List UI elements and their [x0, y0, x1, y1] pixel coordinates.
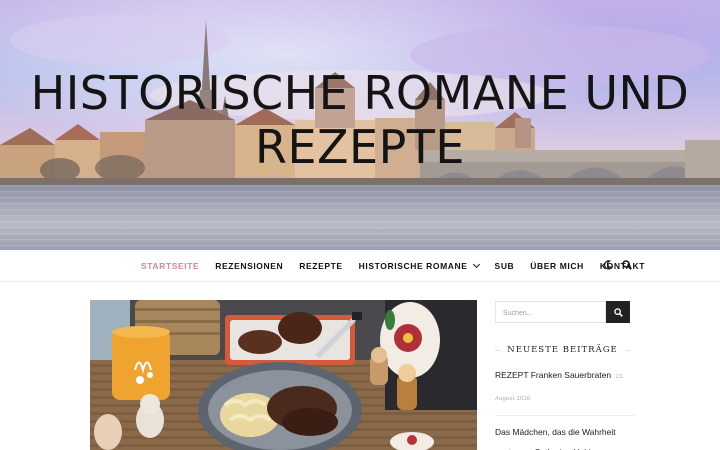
nav-item-rezepte[interactable]: REZEPTE: [299, 261, 342, 271]
main-navigation: STARTSEITE REZENSIONEN REZEPTE HISTORISC…: [0, 250, 720, 282]
hero-banner: HISTORISCHE ROMANE UND REZEPTE: [0, 0, 720, 250]
recent-post-link[interactable]: REZEPT Franken Sauerbraten: [495, 370, 611, 380]
river-ripples: [0, 185, 720, 250]
sidebar-search-field[interactable]: [495, 301, 606, 324]
nav-item-rezensionen[interactable]: REZENSIONEN: [215, 261, 283, 271]
search-icon[interactable]: [622, 257, 632, 275]
dark-mode-icon[interactable]: [603, 257, 614, 275]
nav-item-label: HISTORISCHE ROMANE: [358, 261, 468, 271]
nav-menu: STARTSEITE REZENSIONEN REZEPTE HISTORISC…: [141, 250, 661, 282]
recent-posts-heading: NEUESTE BEITRÄGE: [495, 343, 631, 357]
widget-title: NEUESTE BEITRÄGE: [507, 345, 618, 355]
nav-icons: [603, 250, 632, 282]
recent-post-link[interactable]: Das Mädchen, das die Wahrheit sagte von …: [495, 427, 616, 450]
nav-item-ueber-mich[interactable]: ÜBER MICH: [530, 261, 584, 271]
list-item: Das Mädchen, das die Wahrheit sagte von …: [495, 422, 635, 450]
recent-posts-list: REZEPT Franken Sauerbraten 23. August 20…: [495, 365, 635, 450]
site-title[interactable]: HISTORISCHE ROMANE UND REZEPTE: [0, 66, 720, 174]
search-button[interactable]: [606, 301, 630, 323]
sauerbraten-photo: [90, 300, 477, 450]
featured-post-image[interactable]: [90, 300, 477, 450]
divider: [624, 349, 631, 351]
search-icon: [613, 307, 623, 317]
list-item: REZEPT Franken Sauerbraten 23. August 20…: [495, 365, 635, 416]
nav-item-sub[interactable]: SUB: [495, 261, 515, 271]
nav-item-startseite[interactable]: STARTSEITE: [141, 261, 199, 271]
nav-item-historische-romane[interactable]: HISTORISCHE ROMANE: [358, 260, 480, 271]
chevron-down-icon: [472, 260, 480, 269]
search-input[interactable]: [496, 303, 605, 324]
